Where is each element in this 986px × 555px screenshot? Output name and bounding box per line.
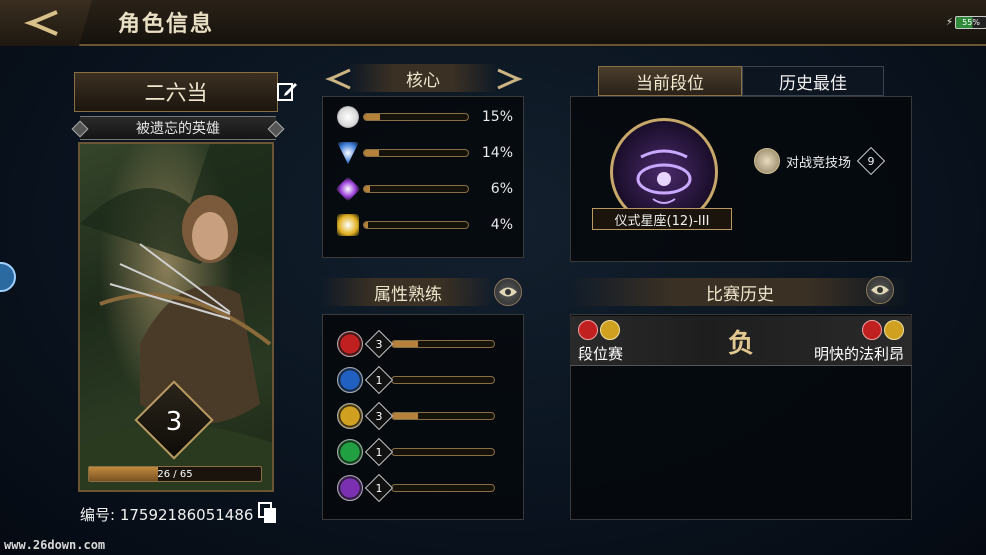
- arena-count-badge: 9: [856, 146, 886, 176]
- mastery-level-badge: 1: [364, 473, 394, 503]
- mastery-row: 3: [337, 401, 495, 431]
- core-stat-fill: [364, 186, 371, 192]
- mastery-level: 1: [375, 481, 383, 495]
- mastery-level: 1: [375, 445, 383, 459]
- mastery-level-badge: 3: [364, 401, 394, 431]
- battery-indicator: ⚡ 55%: [946, 16, 986, 29]
- core-stat-value: 14%: [481, 145, 513, 161]
- agility-icon: [337, 439, 363, 465]
- mastery-level-badge: 1: [364, 365, 394, 395]
- match-mode: 段位赛: [578, 345, 624, 363]
- purple-gem-icon: [335, 176, 361, 202]
- page-title: 角色信息: [118, 12, 215, 37]
- core-stat-bar: [363, 221, 469, 229]
- strength-icon: [578, 320, 598, 340]
- strength-icon: [862, 320, 882, 340]
- tab-best-rank[interactable]: 历史最佳: [742, 66, 884, 96]
- charging-icon: ⚡: [946, 17, 954, 28]
- history-title: 比赛历史: [570, 278, 910, 306]
- match-result: 负: [727, 328, 754, 359]
- core-stat-fill: [364, 222, 369, 228]
- willpower-icon: [337, 403, 363, 429]
- core-panel: 15% 14% 6% 4%: [322, 96, 524, 258]
- willpower-icon: [884, 320, 904, 340]
- mastery-bar: [391, 412, 495, 420]
- core-stat-value: 6%: [490, 181, 513, 197]
- neutral-gem-icon: [337, 106, 359, 128]
- core-stat-row: 14%: [337, 142, 513, 164]
- back-arrow-icon: [23, 10, 58, 36]
- plate-ornament-left: [71, 120, 89, 138]
- tab-current-rank[interactable]: 当前段位: [598, 66, 742, 96]
- mastery-fill: [392, 413, 418, 419]
- back-button[interactable]: [0, 0, 92, 46]
- mastery-level-badge: 3: [364, 329, 394, 359]
- mastery-row: 3: [337, 329, 495, 359]
- mastery-level: 3: [375, 409, 383, 423]
- mastery-view-button[interactable]: [494, 278, 522, 306]
- core-stat-fill: [364, 114, 380, 120]
- subtitle-text: 被遗忘的英雄: [136, 121, 220, 137]
- willpower-icon: [600, 320, 620, 340]
- rank-name: 仪式星座(12)-III: [592, 208, 732, 230]
- mastery-row: 1: [337, 437, 495, 467]
- battery-level: 55%: [955, 16, 986, 29]
- edit-name-icon[interactable]: [276, 80, 298, 102]
- mastery-title: 属性熟练: [322, 278, 494, 306]
- match-row[interactable]: 段位赛 负 明快的法利昂: [570, 316, 912, 366]
- intelligence-icon: [337, 367, 363, 393]
- core-next-arrow-icon[interactable]: [496, 68, 524, 90]
- arena-trophy-icon: [754, 148, 780, 174]
- arena-label: 对战竞技场: [786, 155, 852, 171]
- endurance-icon: [337, 475, 363, 501]
- mastery-bar: [391, 484, 495, 492]
- core-stat-row: 4%: [337, 214, 513, 236]
- eye-icon: [871, 285, 889, 295]
- core-stat-fill: [364, 150, 379, 156]
- arena-info[interactable]: 对战竞技场 9: [754, 146, 886, 176]
- gold-gem-icon: [337, 214, 359, 236]
- core-stat-bar: [363, 113, 469, 121]
- side-menu-button[interactable]: [0, 262, 16, 292]
- mastery-panel: 3 1 3 1 1: [322, 314, 524, 520]
- plate-ornament-right: [267, 120, 285, 138]
- mastery-row: 1: [337, 473, 495, 503]
- blue-gem-icon: [337, 142, 359, 164]
- mastery-level-badge: 1: [364, 437, 394, 467]
- level-number: 3: [165, 407, 183, 437]
- mastery-row: 1: [337, 365, 495, 395]
- mastery-fill: [392, 341, 418, 347]
- watermark: www.26down.com: [4, 538, 106, 552]
- mastery-level: 3: [375, 337, 383, 351]
- core-stat-value: 15%: [481, 109, 513, 125]
- core-title: 核心: [348, 64, 498, 92]
- player-deck-attributes: [578, 320, 620, 340]
- mastery-bar: [391, 376, 495, 384]
- mastery-bar: [391, 448, 495, 456]
- core-stat-bar: [363, 149, 469, 157]
- arena-count: 9: [867, 154, 875, 168]
- eye-icon: [499, 287, 517, 297]
- player-subtitle: 被遗忘的英雄: [71, 116, 285, 140]
- player-name: 二六当: [74, 72, 278, 112]
- core-stat-row: 6%: [335, 176, 513, 202]
- copy-icon[interactable]: [258, 502, 278, 524]
- strength-icon: [337, 331, 363, 357]
- history-view-button[interactable]: [866, 276, 894, 304]
- core-stat-bar: [363, 185, 469, 193]
- core-stat-value: 4%: [490, 217, 513, 233]
- mastery-level: 1: [375, 373, 383, 387]
- opponent-deck-attributes: [862, 320, 904, 340]
- mastery-bar: [391, 340, 495, 348]
- core-stat-row: 15%: [337, 106, 513, 128]
- player-id: 编号: 17592186051486: [80, 506, 254, 524]
- opponent-name: 明快的法利昂: [813, 345, 904, 363]
- xp-text: 26 / 65: [157, 468, 193, 480]
